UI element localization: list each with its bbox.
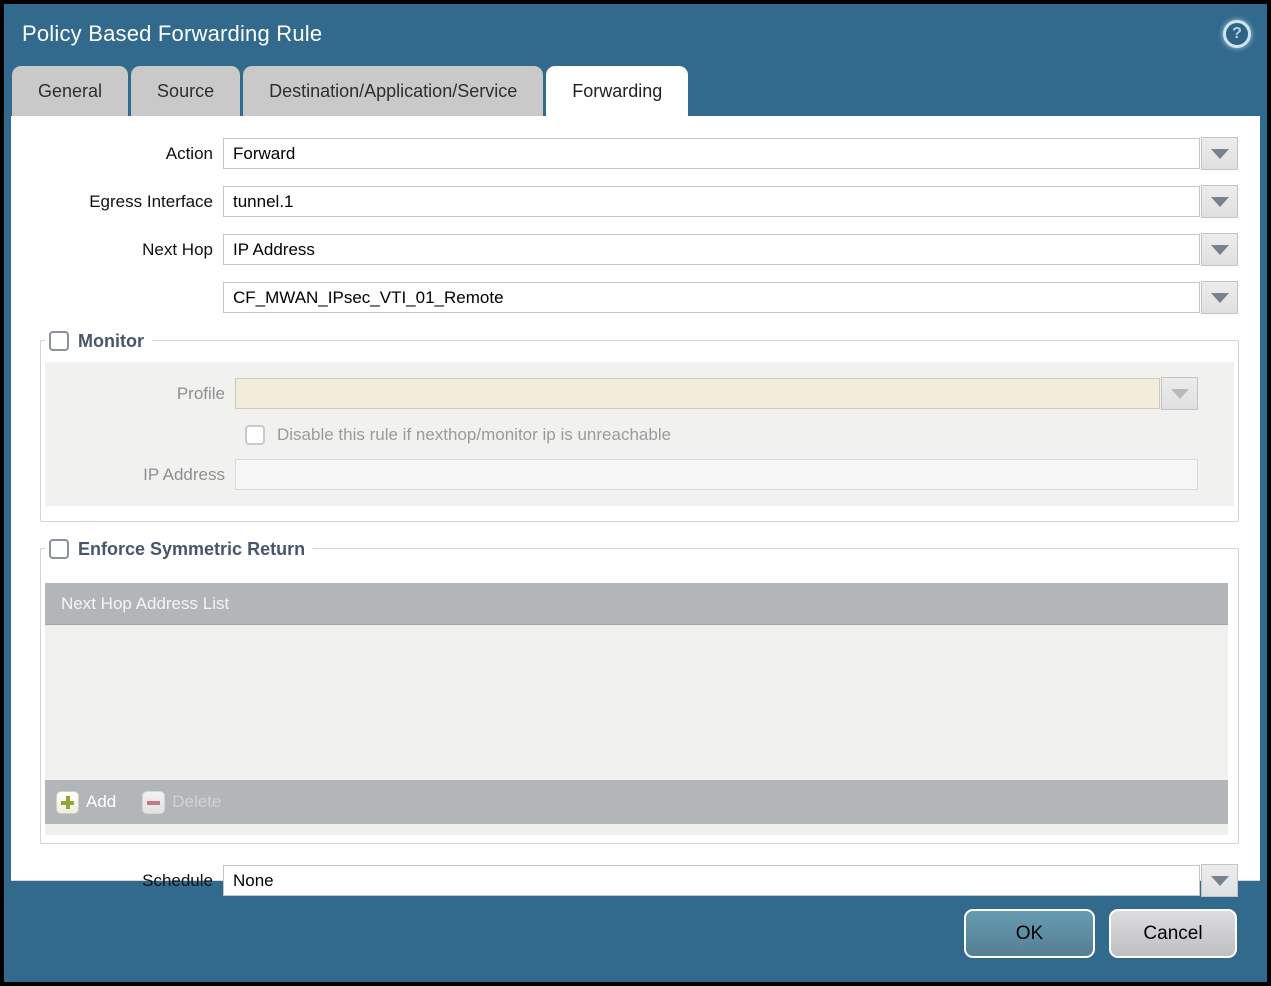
egress-interface-row: Egress Interface tunnel.1 [11,185,1238,218]
dialog-title: Policy Based Forwarding Rule [22,21,323,46]
ok-button[interactable]: OK [964,909,1095,958]
disable-rule-label: Disable this rule if nexthop/monitor ip … [277,425,672,444]
monitor-legend: Monitor [45,328,152,354]
add-button-label: Add [86,792,117,811]
monitor-fieldset: Monitor Profile Disable this rule if nex… [40,328,1239,522]
tab-general[interactable]: General [12,66,129,116]
tab-bar: General Source Destination/Application/S… [4,64,1267,116]
next-hop-label: Next Hop [142,239,213,259]
profile-row: Profile [45,377,1198,410]
plus-icon [56,790,79,814]
enforce-symmetric-return-fieldset: Enforce Symmetric Return Next Hop Addres… [40,536,1239,844]
tab-content-panel: Action Forward Egress Interface tunnel.1… [11,116,1260,897]
next-hop-address-select[interactable]: CF_MWAN_IPsec_VTI_01_Remote [223,282,1200,313]
dialog-titlebar: Policy Based Forwarding Rule ? [4,4,1267,64]
monitor-legend-label: Monitor [78,330,144,351]
next-hop-address-list-table: Next Hop Address List Add Delete [45,583,1228,835]
disable-rule-checkbox [245,425,265,445]
disable-rule-row: Disable this rule if nexthop/monitor ip … [245,425,1234,445]
next-hop-type-select[interactable]: IP Address [223,234,1200,265]
profile-label: Profile [176,383,225,403]
next-hop-row: Next Hop IP Address [11,233,1238,266]
next-hop-dropdown-button[interactable] [1201,233,1238,266]
tab-destination-application-service[interactable]: Destination/Application/Service [243,66,544,116]
egress-interface-select[interactable]: tunnel.1 [223,186,1200,217]
chevron-down-icon [1210,196,1229,207]
tab-forwarding[interactable]: Forwarding [546,66,689,116]
tab-source[interactable]: Source [131,66,241,116]
delete-button: Delete [142,790,222,814]
next-hop-address-list-body[interactable] [45,625,1228,780]
enforce-symmetric-return-legend: Enforce Symmetric Return [45,536,314,562]
monitor-ip-address-row: IP Address [45,459,1198,490]
action-select[interactable]: Forward [223,138,1200,169]
help-icon[interactable]: ? [1223,20,1251,48]
profile-dropdown-button [1161,377,1198,410]
enforce-symmetric-return-checkbox[interactable] [49,539,69,559]
profile-select [235,378,1160,409]
monitor-disabled-panel: Profile Disable this rule if nexthop/mon… [45,362,1234,506]
next-hop-address-list-footer: Add Delete [45,780,1228,824]
egress-interface-dropdown-button[interactable] [1201,185,1238,218]
chevron-down-icon [1210,148,1229,159]
enforce-symmetric-return-label: Enforce Symmetric Return [78,538,306,559]
monitor-checkbox[interactable] [49,331,69,351]
next-hop-address-dropdown-button[interactable] [1201,281,1238,314]
action-dropdown-button[interactable] [1201,137,1238,170]
egress-interface-label: Egress Interface [89,191,213,211]
chevron-down-icon [1210,292,1229,303]
delete-button-label: Delete [172,792,222,811]
monitor-ip-address-label: IP Address [143,464,225,484]
next-hop-address-row: CF_MWAN_IPsec_VTI_01_Remote [11,281,1238,314]
table-bottom-strip [45,824,1228,835]
action-row: Action Forward [11,137,1238,170]
add-button[interactable]: Add [56,790,117,814]
chevron-down-icon [1210,244,1229,255]
minus-icon [142,790,166,814]
monitor-ip-address-input [235,459,1198,490]
dialog-footer: OK Cancel [4,883,1267,982]
cancel-button[interactable]: Cancel [1109,909,1237,958]
chevron-down-icon [1170,388,1189,399]
next-hop-address-list-header: Next Hop Address List [45,583,1228,625]
action-label: Action [165,143,213,163]
